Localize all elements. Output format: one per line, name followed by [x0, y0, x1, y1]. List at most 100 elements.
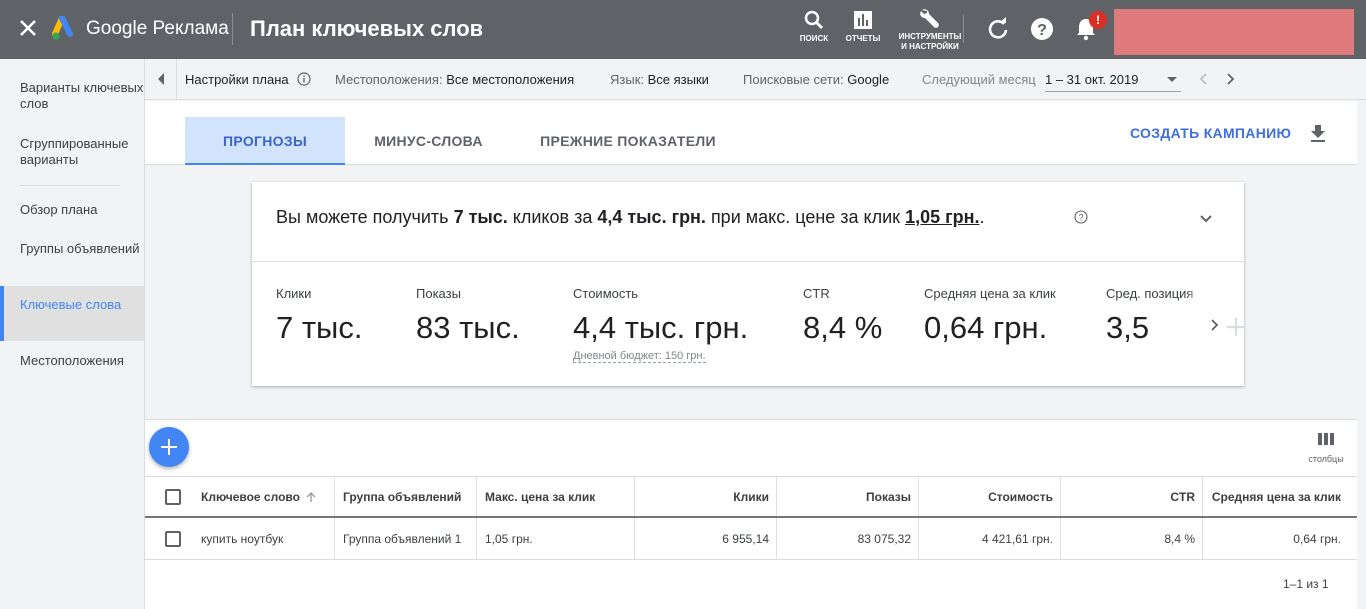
account-block[interactable]	[1114, 9, 1354, 55]
plan-filter-bar: Настройки плана Местоположения: Все мест…	[145, 59, 1366, 100]
wrench-icon	[920, 9, 939, 28]
cell-ad-group[interactable]: Группа объявлений 1	[334, 518, 477, 559]
column-header-impressions[interactable]: Показы	[776, 477, 919, 516]
divider	[963, 15, 964, 43]
sidebar-item-keywords[interactable]: Ключевые слова	[0, 286, 144, 341]
metric-impressions[interactable]: Показы 83 тыс.	[416, 286, 520, 346]
date-range-value: 1 – 31 окт. 2019	[1045, 72, 1139, 87]
tab-forecasts[interactable]: ПРОГНОЗЫ	[185, 117, 345, 165]
column-header-cost[interactable]: Стоимость	[918, 477, 1061, 516]
sidebar-item-grouped-ideas[interactable]: Сгруппированные варианты	[0, 136, 144, 168]
cell-keyword[interactable]: купить ноутбук	[193, 518, 335, 559]
help-circle-icon[interactable]: ?	[1074, 210, 1088, 224]
create-campaign-button[interactable]: СОЗДАТЬ КАМПАНИЮ	[1130, 125, 1291, 141]
cell-cost: 4 421,61 грн.	[918, 518, 1061, 559]
locations-value: Все местоположения	[446, 72, 575, 87]
add-keyword-button[interactable]	[149, 427, 189, 467]
metric-label: Показы	[416, 286, 461, 301]
tabs-bar: ПРОГНОЗЫ МИНУС-СЛОВА ПРЕЖНИЕ ПОКАЗАТЕЛИ …	[145, 101, 1357, 165]
column-header-max-cpc[interactable]: Макс. цена за клик	[476, 477, 635, 516]
column-header-keyword[interactable]: Ключевое слово	[193, 477, 335, 516]
help-icon[interactable]: ?	[1029, 16, 1055, 42]
refresh-icon[interactable]	[985, 16, 1011, 42]
search-icon	[804, 10, 824, 30]
daily-budget-link[interactable]: Дневной бюджет: 150 грн.	[573, 350, 706, 363]
reports-label: ОТЧЕТЫ	[845, 34, 881, 43]
metrics-fade	[1187, 282, 1202, 342]
sidebar-divider	[20, 185, 120, 186]
tools-label-line1: ИНСТРУМЕНТЫ	[898, 32, 962, 41]
collapse-left-icon[interactable]	[155, 72, 167, 86]
metric-cost[interactable]: Стоимость 4,4 тыс. грн. Дневной бюджет: …	[573, 286, 748, 364]
metric-label: Средняя цена за клик	[924, 286, 1056, 301]
locations-filter[interactable]: Местоположения: Все местоположения	[335, 72, 574, 87]
scrollbar-track[interactable]	[1357, 101, 1366, 609]
search-button[interactable]: ПОИСК	[797, 9, 831, 44]
divider	[232, 13, 233, 45]
info-icon[interactable]	[297, 72, 311, 86]
row-checkbox[interactable]	[165, 531, 181, 547]
metric-label: Сред. позиция	[1106, 286, 1194, 301]
summary-max-cpc-link[interactable]: 1,05 грн.	[905, 207, 979, 227]
dropdown-arrow-icon	[1167, 77, 1177, 82]
language-filter[interactable]: Язык: Все языки	[610, 72, 709, 87]
metric-label: CTR	[803, 286, 830, 301]
plan-settings-label[interactable]: Настройки плана	[185, 72, 289, 87]
google-ads-logo-icon	[52, 16, 73, 40]
cell-ctr: 8,4 %	[1060, 518, 1203, 559]
chevron-down-icon[interactable]	[1199, 214, 1213, 224]
notification-badge: !	[1089, 11, 1107, 29]
sidebar-item-ad-groups[interactable]: Группы объявлений	[0, 241, 144, 257]
period-label: Следующий месяц	[922, 72, 1036, 87]
metric-avg-position[interactable]: Сред. позиция 3,5	[1106, 286, 1194, 346]
metric-clicks[interactable]: Клики 7 тыс.	[276, 286, 362, 346]
column-header-ctr[interactable]: CTR	[1060, 477, 1203, 516]
summary-cost: 4,4 тыс. грн.	[597, 207, 706, 227]
metric-ctr[interactable]: CTR 8,4 %	[803, 286, 882, 346]
add-metric-icon[interactable]	[1226, 316, 1244, 338]
column-header-clicks[interactable]: Клики	[634, 477, 777, 516]
reports-button[interactable]: ОТЧЕТЫ	[845, 9, 881, 44]
chevron-right-icon[interactable]	[1223, 72, 1237, 86]
column-header-avg-cpc[interactable]: Средняя цена за клик	[1202, 477, 1349, 516]
metric-value: 3,5	[1106, 310, 1150, 345]
metric-label: Стоимость	[573, 286, 639, 301]
networks-filter[interactable]: Поисковые сети: Google	[743, 72, 889, 87]
select-all-checkbox[interactable]	[165, 489, 181, 505]
metric-avg-cpc[interactable]: Средняя цена за клик 0,64 грн.	[924, 286, 1056, 346]
sidebar-item-keyword-ideas[interactable]: Варианты ключевых слов	[0, 80, 144, 112]
forecast-summary: Вы можете получить 7 тыс. кликов за 4,4 …	[276, 207, 984, 228]
metric-value: 0,64 грн.	[924, 310, 1048, 345]
date-range-select[interactable]: 1 – 31 окт. 2019	[1045, 68, 1181, 92]
locations-label: Местоположения:	[335, 72, 443, 87]
search-label: ПОИСК	[799, 34, 829, 43]
metric-value: 8,4 %	[803, 310, 883, 345]
top-bar: Google Реклама План ключевых слов ПОИСК …	[0, 0, 1366, 59]
cell-max-cpc[interactable]: 1,05 грн.	[476, 518, 635, 559]
cell-clicks: 6 955,14	[634, 518, 777, 559]
svg-text:?: ?	[1078, 213, 1083, 223]
columns-button[interactable]: столбцы	[1305, 432, 1347, 472]
chevron-left-icon[interactable]	[1197, 72, 1211, 86]
pagination-info: 1–1 из 1	[1283, 577, 1329, 591]
summary-text-3: при макс. цене за клик	[705, 207, 906, 227]
sidebar-item-locations[interactable]: Местоположения	[0, 353, 144, 369]
table-row: купить ноутбук Группа объявлений 1 1,05 …	[145, 518, 1357, 560]
language-value: Все языки	[647, 72, 709, 87]
tools-settings-button[interactable]: ИНСТРУМЕНТЫ И НАСТРОЙКИ	[898, 7, 962, 52]
summary-clicks: 7 тыс.	[453, 207, 508, 227]
download-icon[interactable]	[1308, 123, 1328, 143]
cell-avg-cpc: 0,64 грн.	[1202, 518, 1349, 559]
chevron-right-icon[interactable]	[1210, 318, 1220, 332]
metric-value: 7 тыс.	[276, 310, 363, 345]
tab-historical-metrics[interactable]: ПРЕЖНИЕ ПОКАЗАТЕЛИ	[529, 117, 727, 165]
close-icon[interactable]	[16, 16, 40, 40]
metric-value: 83 тыс.	[416, 310, 520, 345]
sidebar-item-plan-overview[interactable]: Обзор плана	[0, 202, 144, 218]
networks-value: Google	[847, 72, 890, 87]
page-title: План ключевых слов	[250, 16, 484, 41]
divider	[252, 261, 1244, 262]
column-header-ad-group[interactable]: Группа объявлений	[334, 477, 477, 516]
tools-label-line2: И НАСТРОЙКИ	[901, 42, 959, 51]
tab-negative-keywords[interactable]: МИНУС-СЛОВА	[360, 117, 497, 165]
